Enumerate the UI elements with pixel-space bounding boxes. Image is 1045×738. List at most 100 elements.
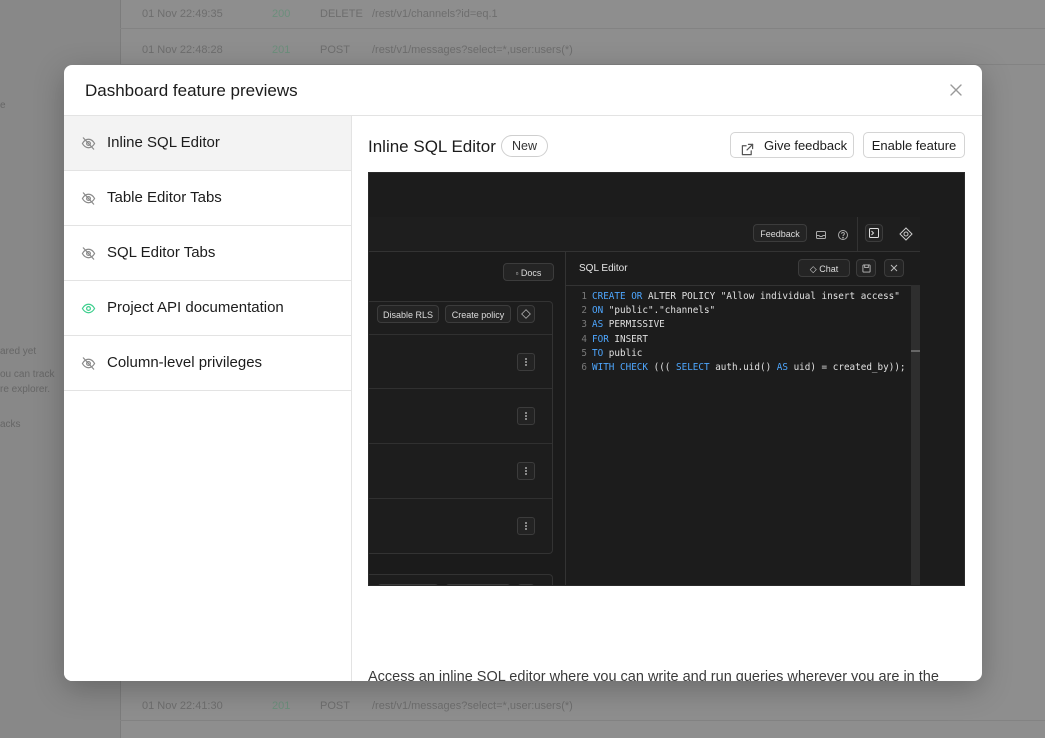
code-line: 3 AS PERMISSIVE <box>566 318 906 332</box>
feature-item-table-editor-tabs[interactable]: Table Editor Tabs <box>64 171 351 226</box>
preview-create-policy: Create policy <box>445 584 511 585</box>
modal-header: Dashboard feature previews <box>64 65 982 116</box>
external-link-icon <box>741 139 754 156</box>
background-log-row: 01 Nov 22:41:30 201 POST /rest/v1/messag… <box>120 692 1045 721</box>
close-icon[interactable] <box>948 82 964 98</box>
preview-feedback-button: Feedback <box>753 224 807 242</box>
help-icon <box>837 228 849 240</box>
terminal-icon <box>865 224 883 242</box>
sql-text: PERMISSIVE <box>603 319 665 331</box>
sql-keyword: AS <box>776 361 788 373</box>
feature-item-project-api-documentation[interactable]: Project API documentation <box>64 281 351 336</box>
sql-keyword: OR <box>631 291 643 302</box>
feature-item-label: Inline SQL Editor <box>107 134 220 151</box>
preview-scrollbar <box>911 285 920 585</box>
sql-keyword: TO <box>592 347 604 359</box>
feature-item-label: SQL Editor Tabs <box>107 244 216 261</box>
preview-docs-button: ▫ Docs <box>503 263 554 281</box>
background-fragment: ou can track <box>0 369 55 380</box>
background-fragment: ared yet <box>0 346 37 357</box>
new-badge: New <box>501 135 549 157</box>
inbox-icon <box>815 228 827 240</box>
sql-text: public <box>603 347 643 359</box>
sql-keyword: CHECK <box>620 361 648 373</box>
feature-item-label: Column-level privileges <box>107 354 263 371</box>
feature-description: Access an inline SQL editor where you ca… <box>368 669 939 681</box>
assistant-icon: ◇ <box>809 264 817 274</box>
background-fragment: e <box>0 100 6 111</box>
preview-chat-button: ◇ Chat <box>798 259 850 277</box>
enable-feature-button[interactable]: Enable feature <box>863 132 965 158</box>
sql-keyword: WITH <box>592 361 615 373</box>
feature-item-column-level-privileges[interactable]: Column-level privileges <box>64 336 351 391</box>
sql-text: auth.uid() <box>709 361 777 373</box>
code-line: 5 TO public <box>566 347 906 361</box>
sql-keyword: CREATE <box>592 291 626 302</box>
sql-text: INSERT <box>608 333 648 345</box>
code-line: 1 CREATE OR ALTER POLICY "Allow individua… <box>566 290 906 304</box>
modal-title: Dashboard feature previews <box>85 81 298 100</box>
preview-policy-row <box>369 498 552 553</box>
close-icon <box>884 259 904 277</box>
preview-code-block: 1 CREATE OR ALTER POLICY "Allow individua… <box>566 290 906 375</box>
feature-item-label: Project API documentation <box>107 299 284 316</box>
feature-item-inline-sql-editor[interactable]: Inline SQL Editor <box>64 116 351 171</box>
eye-off-icon <box>81 246 96 261</box>
preview-policy-card: Disable RLS Create policy <box>369 301 553 554</box>
background-fragment: acks <box>0 419 21 430</box>
eye-off-icon <box>81 191 96 206</box>
line-number: 5 <box>581 347 587 359</box>
line-number: 1 <box>581 291 587 302</box>
line-number: 3 <box>581 319 587 331</box>
preview-policies-panel: ▫ Docs Disable RLS Create policy Disable… <box>369 252 566 585</box>
eye-off-icon <box>81 356 96 371</box>
sql-text: ((( <box>648 361 676 373</box>
feature-item-sql-editor-tabs[interactable]: SQL Editor Tabs <box>64 226 351 281</box>
eye-icon <box>81 301 96 316</box>
background-log-row: 01 Nov 22:48:28 201 POST /rest/v1/messag… <box>120 36 1045 65</box>
preview-create-policy: Create policy <box>445 305 511 323</box>
preview-policy-row <box>369 443 552 498</box>
line-number: 6 <box>581 361 587 373</box>
background-fragment: re explorer. <box>0 384 51 395</box>
book-icon: ▫ <box>515 269 519 278</box>
sql-text: uid) = created_by)); <box>787 361 906 373</box>
preview-editor-title: SQL Editor <box>579 263 628 274</box>
feature-title: Inline SQL Editor <box>368 137 496 156</box>
more-icon <box>517 517 535 535</box>
save-icon <box>856 259 876 277</box>
eye-off-icon <box>81 136 96 151</box>
sql-text: ALTER POLICY "Allow individual insert ac… <box>642 291 900 302</box>
sql-text: "public"."channels" <box>603 305 716 317</box>
more-icon <box>517 462 535 480</box>
give-feedback-label: Give feedback <box>764 138 848 153</box>
more-icon <box>517 407 535 425</box>
sql-keyword: ON <box>592 305 604 317</box>
feature-detail: Inline SQL Editor New Give feedback Enab… <box>352 116 982 681</box>
preview-assistant-icon <box>517 305 535 323</box>
background-log-row: 01 Nov 22:49:35 200 DELETE /rest/v1/chan… <box>120 0 1045 29</box>
preview-policy-row <box>369 388 552 443</box>
sql-keyword: SELECT <box>676 361 710 373</box>
preview-disable-rls: Disable RLS <box>377 584 439 585</box>
preview-topbar: Feedback <box>369 217 920 252</box>
feature-preview-image: Feedback ▫ Docs Disable RLS Create polic… <box>368 172 965 586</box>
preview-sql-editor: SQL Editor ◇ Chat 1 CREATE OR ALTER POLIC… <box>566 252 920 585</box>
line-number: 2 <box>581 305 587 317</box>
give-feedback-button[interactable]: Give feedback <box>730 132 854 158</box>
code-line: 2 ON "public"."channels" <box>566 304 906 318</box>
preview-assistant-icon <box>517 584 535 585</box>
feature-list: Inline SQL Editor Table Editor Tabs SQL … <box>64 116 352 681</box>
assistant-icon <box>899 227 913 241</box>
code-line: 6 WITH CHECK ((( SELECT auth.uid() AS uid… <box>566 361 906 375</box>
sql-keyword: FOR <box>592 333 609 345</box>
more-icon <box>517 353 535 371</box>
line-number: 4 <box>581 333 587 345</box>
feature-previews-modal: Dashboard feature previews Inline SQL Ed… <box>64 65 982 681</box>
preview-policy-row <box>369 334 552 389</box>
feature-item-label: Table Editor Tabs <box>107 189 222 206</box>
preview-policy-card: Disable RLS Create policy <box>369 574 553 585</box>
code-line: 4 FOR INSERT <box>566 333 906 347</box>
sql-keyword: AS <box>592 319 604 331</box>
preview-disable-rls: Disable RLS <box>377 305 439 323</box>
